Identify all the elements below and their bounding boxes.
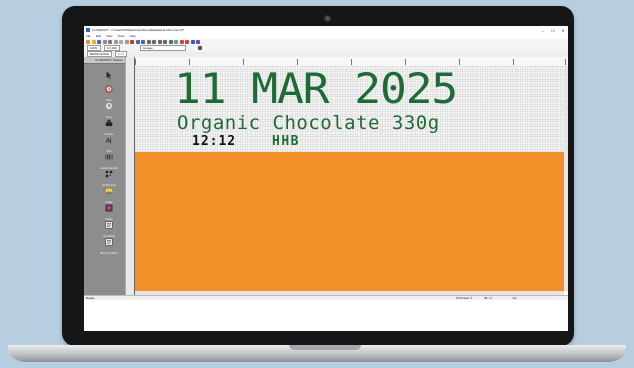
app-window: CLARiSOFT - C:\ClarisOft\Data\ChocDemoDa… <box>84 26 568 331</box>
svg-text:A: A <box>106 136 111 144</box>
align-top-icon[interactable] <box>163 40 167 44</box>
pointer-icon <box>106 71 112 79</box>
window-title: CLARiSOFT - C:\ClarisOft\Data\ChocDemoDa… <box>92 28 185 32</box>
zoom-out-icon[interactable] <box>185 40 189 44</box>
ruler-tick <box>513 59 514 65</box>
ruler-tick <box>459 59 460 65</box>
copy-icon[interactable] <box>119 40 123 44</box>
product-background-area <box>135 152 564 291</box>
label-time-field[interactable]: 12:12 <box>192 135 236 149</box>
paste-icon[interactable] <box>124 40 129 44</box>
vertical-scrollbar[interactable] <box>564 66 568 291</box>
align-right-icon[interactable] <box>157 40 162 44</box>
label-product-field[interactable]: Organic Chocolate 330g <box>177 113 440 133</box>
save-icon[interactable] <box>97 40 101 44</box>
properties-icon[interactable] <box>197 46 202 50</box>
cut-icon[interactable] <box>113 40 118 44</box>
shape-icon <box>105 204 113 212</box>
rich-text-icon <box>105 238 113 246</box>
time-icon <box>105 102 113 110</box>
counter-icon <box>105 119 113 127</box>
title-bar: CLARiSOFT - C:\ClarisOft\Data\ChocDemoDa… <box>84 26 568 34</box>
close-button[interactable]: ✕ <box>558 28 568 33</box>
undo-icon[interactable] <box>135 40 140 44</box>
laptop-base <box>8 345 626 362</box>
text-block-icon <box>105 221 113 229</box>
ruler-tick <box>565 59 566 65</box>
label-date-field[interactable]: 11 MAR 2025 <box>174 66 458 112</box>
open-folder-icon[interactable] <box>91 40 96 44</box>
help-icon[interactable] <box>190 40 195 44</box>
print-icon[interactable] <box>102 40 107 44</box>
preview-icon[interactable] <box>108 40 112 44</box>
new-file-icon[interactable] <box>86 40 90 44</box>
ruler-tick <box>135 59 136 65</box>
minimize-button[interactable]: – <box>538 28 548 33</box>
align-left-icon[interactable] <box>146 40 151 44</box>
tool-rich-text-block[interactable]: Rich Text Block <box>94 233 124 255</box>
redo-icon[interactable] <box>141 40 145 44</box>
2d-barcode-icon <box>105 170 113 178</box>
settings-icon[interactable] <box>196 40 200 44</box>
grid-icon[interactable] <box>174 40 178 44</box>
align-center-icon[interactable] <box>152 40 156 44</box>
laptop-notch <box>289 345 361 350</box>
app-logo-icon <box>86 28 90 32</box>
text-icon: A <box>106 136 111 144</box>
vertical-ruler <box>125 57 134 297</box>
webcam <box>324 15 331 22</box>
delete-icon[interactable] <box>130 40 134 44</box>
label-code-field[interactable]: HHB <box>272 135 300 149</box>
desktop-area <box>84 300 568 331</box>
image-icon <box>105 188 113 194</box>
align-bottom-icon[interactable] <box>168 40 173 44</box>
clock-icon <box>105 85 113 93</box>
tool-rich-text-block-label: Rich Text Block <box>100 252 118 255</box>
zoom-in-icon[interactable] <box>179 40 184 44</box>
maximize-button[interactable]: ☐ <box>548 28 558 33</box>
linear-barcode-icon <box>105 154 113 160</box>
